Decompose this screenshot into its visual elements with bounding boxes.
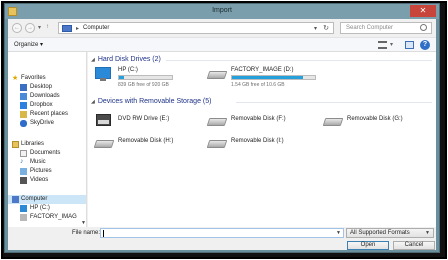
collapse-chevron-icon[interactable]: ◢: [91, 99, 95, 105]
navigation-bar: ← → ▾ ↑ ▸ Computer ▾ ↻ Search Computer: [8, 19, 436, 37]
drive-tile-removable-g[interactable]: Removable Disk (G:): [322, 116, 432, 130]
close-button[interactable]: ✕: [410, 5, 436, 17]
sidebar-item-pictures[interactable]: Pictures: [8, 167, 86, 176]
drive-name: Removable Disk (F:): [231, 116, 286, 122]
group-divider: [236, 102, 432, 103]
sidebar-item-favorites[interactable]: ★ Favorites: [8, 74, 86, 83]
drive-tile-removable-f[interactable]: Removable Disk (F:): [206, 116, 313, 130]
text-caret: [103, 230, 104, 237]
computer-icon: [62, 25, 72, 32]
navigation-pane: ★ Favorites Desktop Downloads Dropbox Re…: [8, 52, 87, 227]
removable-disk-icon: [322, 118, 344, 126]
file-name-input[interactable]: ▼: [100, 228, 344, 238]
computer-icon: [12, 196, 19, 203]
downloads-icon: [20, 93, 27, 100]
import-dialog: Import ✕ ← → ▾ ↑ ▸ Computer ▾ ↻ Search C…: [4, 3, 440, 253]
change-view-icon[interactable]: [378, 41, 387, 49]
desktop-icon: [20, 84, 27, 91]
capacity-bar-fill: [119, 76, 124, 79]
organize-button[interactable]: Organize ▾: [14, 41, 43, 48]
view-dropdown-icon[interactable]: ▾: [390, 41, 393, 48]
group-divider: [166, 60, 432, 61]
title-bar[interactable]: Import ✕: [5, 4, 439, 19]
star-icon: ★: [12, 75, 19, 82]
drive-free-space: 839 GB free of 920 GB: [118, 82, 169, 88]
search-placeholder: Search Computer: [346, 25, 394, 31]
capacity-bar-fill: [232, 76, 303, 79]
drive-name: Removable Disk (I:): [231, 138, 284, 144]
capacity-bar: [118, 75, 173, 80]
documents-icon: [20, 150, 27, 157]
sidebar-item-computer[interactable]: Computer: [8, 195, 86, 204]
filter-dropdown-icon[interactable]: ▼: [425, 230, 430, 236]
back-button[interactable]: ←: [12, 23, 22, 33]
file-name-area: File name: ▼ All Supported Formats ▼ Ope…: [8, 227, 436, 250]
drive-name: HP (C:): [118, 67, 138, 73]
skydrive-icon: [20, 120, 27, 127]
sidebar-item-libraries[interactable]: Libraries: [8, 140, 86, 149]
drive-icon: [20, 214, 27, 221]
sidebar-item-downloads[interactable]: Downloads: [8, 92, 86, 101]
drive-name: DVD RW Drive (E:): [118, 116, 170, 122]
windows-drive-icon: [95, 67, 111, 81]
file-name-dropdown-icon[interactable]: ▼: [336, 230, 341, 236]
file-name-label: File name:: [72, 230, 101, 236]
music-icon: ♪: [20, 158, 24, 165]
address-dropdown-icon[interactable]: ▾: [314, 25, 317, 32]
libraries-icon: [12, 141, 19, 148]
breadcrumb-computer[interactable]: Computer: [83, 25, 109, 31]
drive-name: FACTORY_IMAGE (D:): [231, 67, 294, 73]
sidebar-item-hp-c[interactable]: HP (C:): [8, 204, 86, 213]
drives-view: ◢ Hard Disk Drives (2) HP (C:) 839 GB fre…: [88, 52, 436, 227]
dialog-client: ← → ▾ ↑ ▸ Computer ▾ ↻ Search Computer O…: [8, 19, 436, 250]
refresh-icon[interactable]: ↻: [323, 24, 329, 32]
removable-disk-icon: [93, 140, 115, 148]
removable-disk-icon: [206, 140, 228, 148]
drive-tile-removable-i[interactable]: Removable Disk (I:): [206, 138, 313, 152]
preview-pane-icon[interactable]: [405, 41, 414, 49]
drive-name: Removable Disk (G:): [347, 116, 403, 122]
file-type-filter-label: All Supported Formats: [350, 230, 410, 236]
window-title: Import: [212, 7, 232, 14]
sidebar-item-factory-image[interactable]: FACTORY_IMAG: [8, 213, 86, 222]
up-button[interactable]: ↑: [46, 24, 49, 30]
sidebar-item-music[interactable]: ♪ Music: [8, 158, 86, 167]
dvd-drive-icon: [96, 114, 111, 126]
scroll-down-arrow[interactable]: ▼: [81, 220, 86, 226]
file-type-filter[interactable]: All Supported Formats ▼: [346, 228, 434, 238]
drive-tile-removable-h[interactable]: Removable Disk (H:): [93, 138, 200, 152]
drive-tile-factory-image[interactable]: FACTORY_IMAGE (D:) 1.54 GB free of 10.6 …: [206, 67, 318, 91]
drive-tile-hp-c[interactable]: HP (C:) 839 GB free of 920 GB: [95, 67, 200, 91]
group-header-hard-disk-drives[interactable]: ◢ Hard Disk Drives (2): [91, 56, 161, 63]
address-bar[interactable]: ▸ Computer ▾ ↻: [58, 22, 334, 34]
sidebar-item-skydrive[interactable]: SkyDrive: [8, 119, 86, 128]
drive-icon: [20, 205, 27, 212]
dropbox-icon: [20, 102, 27, 109]
cancel-button[interactable]: Cancel: [393, 241, 435, 250]
group-header-removable-storage[interactable]: ◢ Devices with Removable Storage (5): [91, 98, 211, 105]
drive-free-space: 1.54 GB free of 10.6 GB: [231, 82, 285, 88]
sidebar-item-desktop[interactable]: Desktop: [8, 83, 86, 92]
hard-drive-icon: [206, 71, 228, 79]
sidebar-item-recent-places[interactable]: Recent places: [8, 110, 86, 119]
sidebar-item-dropbox[interactable]: Dropbox: [8, 101, 86, 110]
removable-disk-icon: [206, 118, 228, 126]
search-icon: [420, 24, 427, 31]
pictures-icon: [20, 168, 27, 175]
help-icon[interactable]: ?: [420, 40, 430, 50]
search-input[interactable]: Search Computer: [340, 22, 432, 34]
command-toolbar: Organize ▾ ▾ ?: [8, 37, 436, 52]
breadcrumb-separator: ▸: [76, 26, 80, 32]
sidebar-item-videos[interactable]: Videos: [8, 176, 86, 185]
videos-icon: [20, 177, 27, 184]
recent-locations-icon[interactable]: ▾: [38, 24, 41, 31]
drive-tile-dvd-e[interactable]: DVD RW Drive (E:): [95, 114, 200, 130]
forward-button[interactable]: →: [25, 23, 35, 33]
capacity-bar: [231, 75, 316, 80]
recent-places-icon: [20, 111, 27, 118]
open-button[interactable]: Open: [347, 241, 389, 250]
collapse-chevron-icon[interactable]: ◢: [91, 57, 95, 63]
drive-name: Removable Disk (H:): [118, 138, 174, 144]
sidebar-item-documents[interactable]: Documents: [8, 149, 86, 158]
